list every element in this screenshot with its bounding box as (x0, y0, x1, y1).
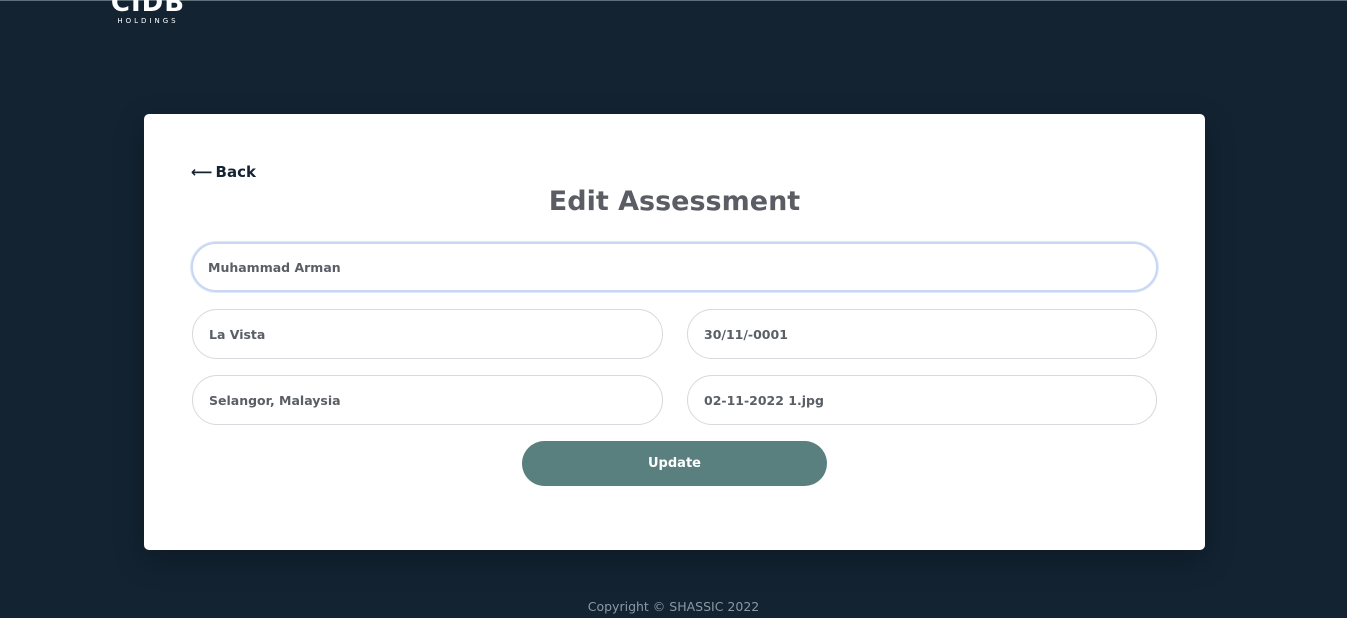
cidb-holdings-logo[interactable]: CIDB HOLDINGS (108, 0, 188, 26)
arrow-left-icon: ⟵ (191, 163, 213, 181)
top-border (0, 0, 1347, 1)
file-input[interactable] (687, 375, 1157, 425)
back-label: Back (215, 163, 256, 181)
footer-copyright: Copyright © SHASSIC 2022 (587, 599, 760, 614)
update-button[interactable]: Update (522, 441, 827, 486)
edit-assessment-card: ⟵ Back Edit Assessment Update (144, 114, 1205, 550)
logo-sub-text: HOLDINGS (117, 17, 179, 25)
state-input[interactable] (192, 375, 663, 425)
name-input[interactable] (191, 242, 1158, 292)
location-input[interactable] (192, 309, 663, 359)
back-link[interactable]: ⟵ Back (191, 163, 256, 181)
date-input[interactable] (687, 309, 1157, 359)
logo-main-text: CIDB (110, 0, 186, 18)
page-title: Edit Assessment (548, 186, 801, 217)
